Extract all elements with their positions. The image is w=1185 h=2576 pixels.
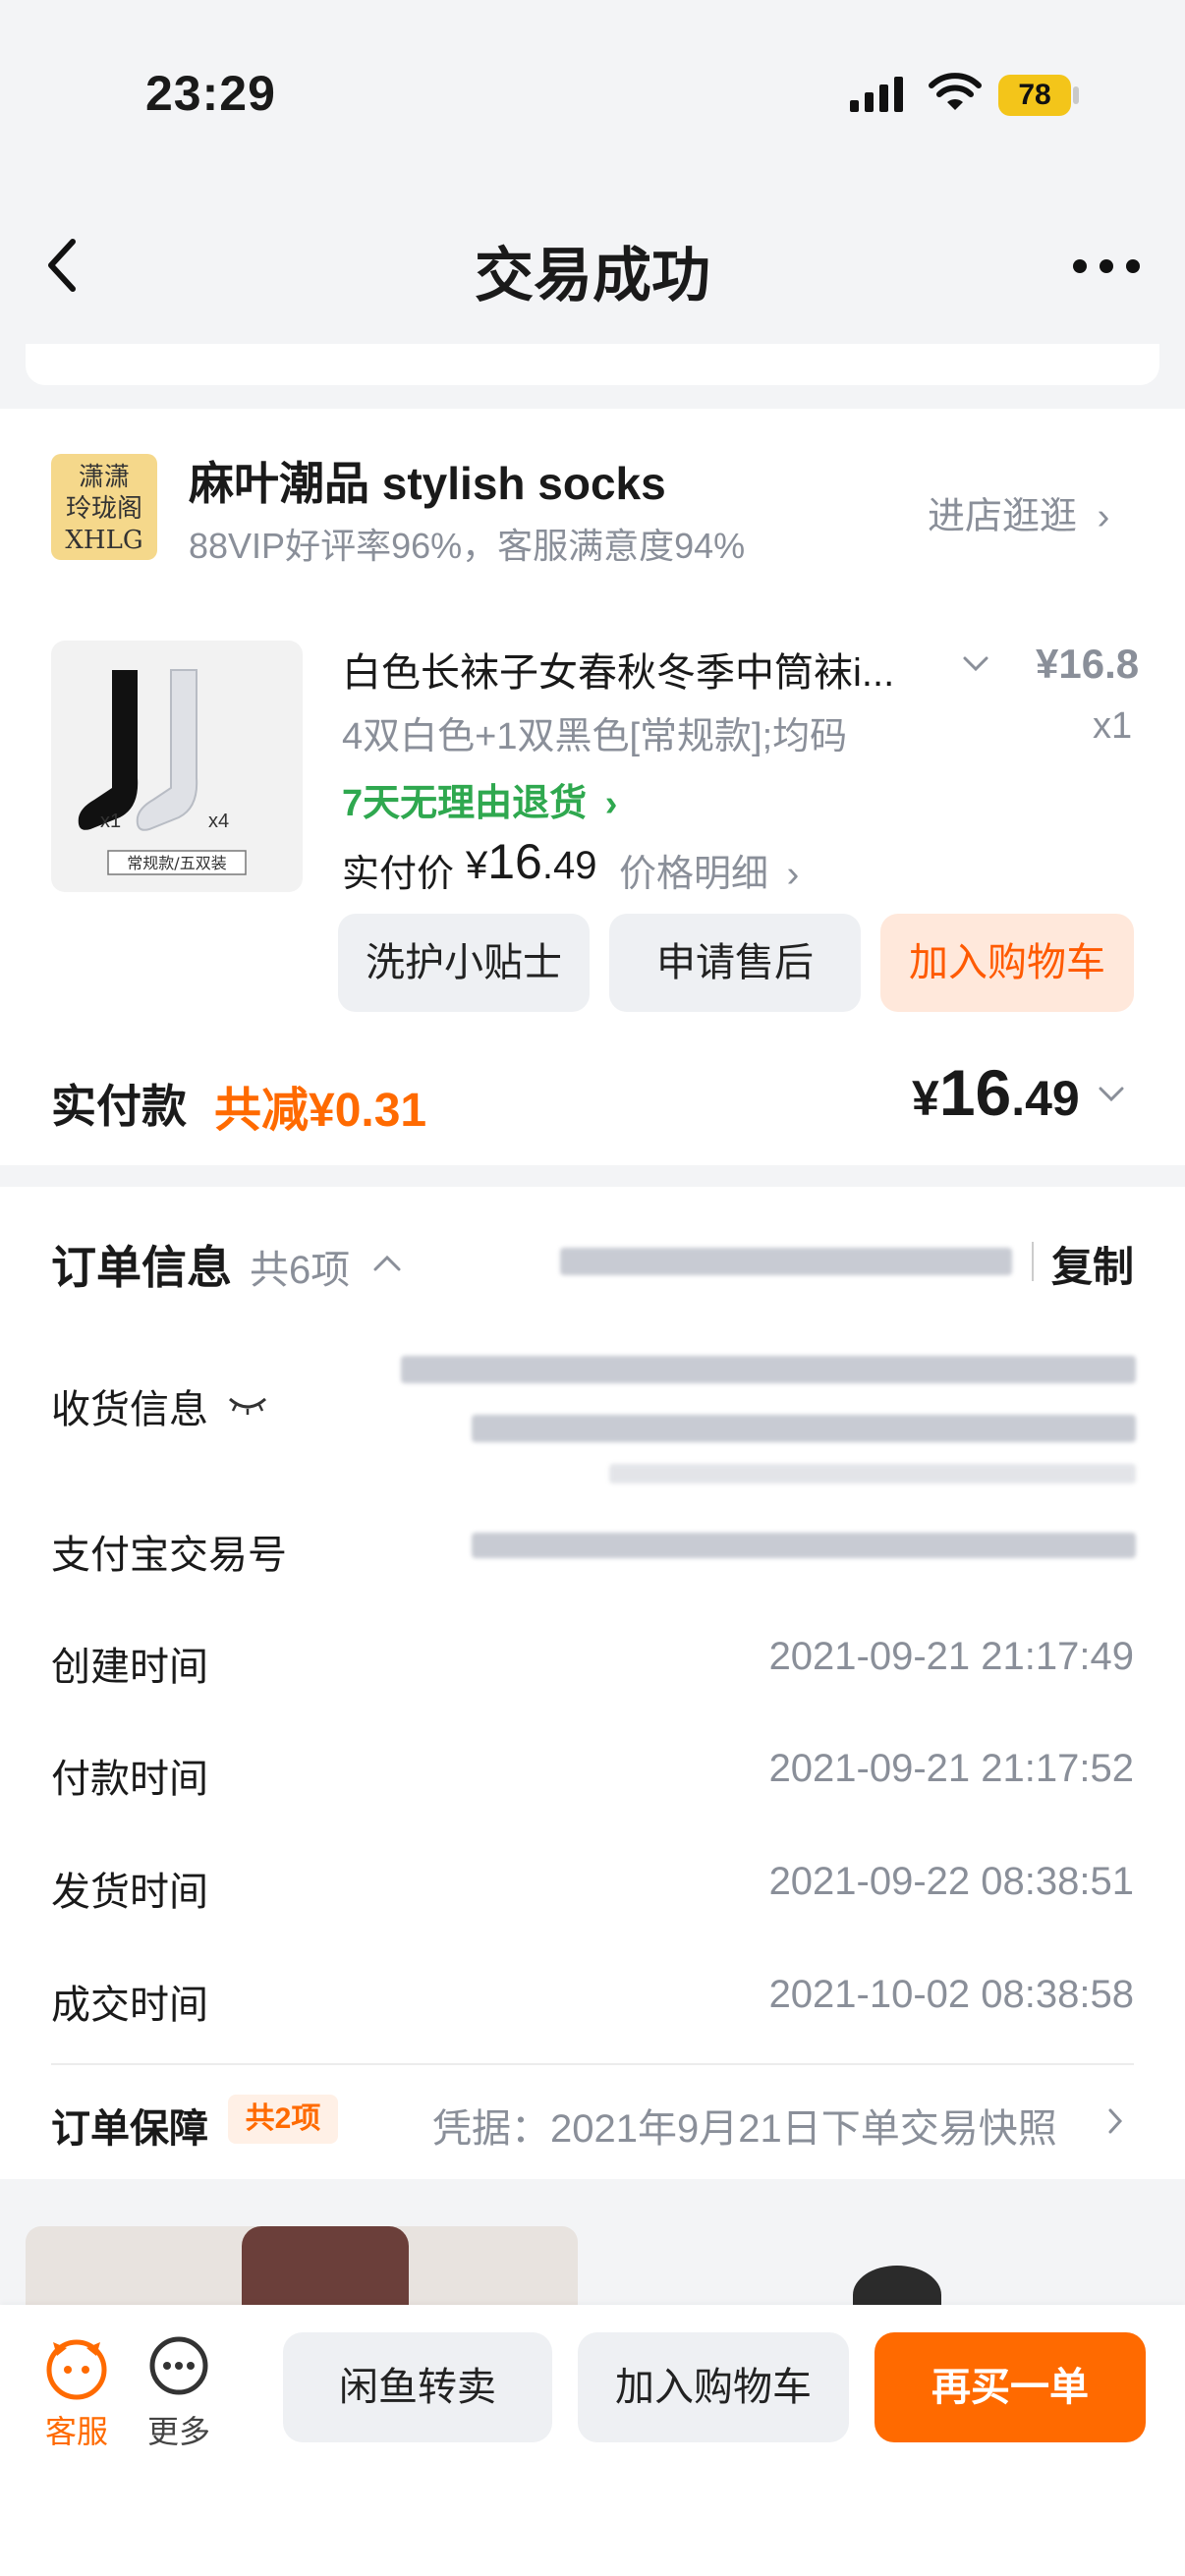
- more-icon[interactable]: [147, 2334, 210, 2397]
- product-title[interactable]: 白色长袜子女春秋冬季中筒袜i...: [342, 641, 931, 698]
- xianyu-resell-button[interactable]: 闲鱼转卖: [283, 2332, 552, 2442]
- store-name[interactable]: 麻叶潮品 stylish socks: [189, 448, 666, 513]
- paid-price-label: 实付价: [342, 854, 455, 895]
- shipping-info-label: 收货信息: [51, 1388, 208, 1431]
- shipped-time-label: 发货时间: [51, 1871, 208, 1914]
- image-caption: 常规款/五双装: [127, 854, 226, 872]
- previous-card-edge: [26, 344, 1159, 385]
- alipay-trade-no-redacted: [472, 1533, 1136, 1558]
- chevron-right-icon: ›: [604, 783, 618, 824]
- total-paid-label: 实付款: [51, 1081, 187, 1132]
- add-to-cart-bottom-button[interactable]: 加入购物车: [578, 2332, 849, 2442]
- add-to-cart-button[interactable]: 加入购物车: [880, 914, 1134, 1012]
- guarantee-count-badge: 共2项: [228, 2095, 338, 2144]
- wifi-icon: [929, 73, 982, 110]
- price-detail-label: 价格明细: [619, 854, 769, 895]
- paid-int: 16: [487, 834, 542, 889]
- created-time-value: 2021-09-21 21:17:49: [768, 1635, 1134, 1678]
- shipped-time-value: 2021-09-22 08:38:51: [768, 1860, 1134, 1903]
- page-title: 交易成功: [475, 243, 710, 308]
- more-options-icon[interactable]: [1071, 257, 1142, 275]
- chevron-right-icon: ›: [1097, 496, 1110, 537]
- price-detail-link[interactable]: 价格明细 ›: [619, 843, 799, 897]
- customer-service-icon[interactable]: [43, 2334, 110, 2401]
- after-sale-button[interactable]: 申请售后: [609, 914, 861, 1012]
- completed-time-value: 2021-10-02 08:38:58: [768, 1973, 1134, 2016]
- care-tips-button[interactable]: 洗护小贴士: [338, 914, 590, 1012]
- total-discount: 共减¥0.31: [214, 1085, 427, 1137]
- paid-time-label: 付款时间: [51, 1758, 208, 1801]
- battery-tip: [1073, 86, 1079, 104]
- product-sku: 4双白色+1双黑色[常规款];均码: [342, 716, 848, 757]
- chevron-right-icon[interactable]: [1106, 2106, 1124, 2136]
- paid-price-value: ¥16.49: [466, 833, 596, 890]
- shipping-info-redacted: [472, 1415, 1136, 1442]
- return-policy-label: 7天无理由退货: [342, 783, 588, 824]
- chevron-down-icon[interactable]: [1097, 1085, 1126, 1104]
- order-guarantee-label: 订单保障: [51, 2107, 208, 2151]
- cellular-signal-icon: [850, 77, 903, 112]
- customer-service-label[interactable]: 客服: [43, 2407, 110, 2452]
- visit-store-label: 进店逛逛: [928, 496, 1078, 537]
- paid-dec: .49: [541, 844, 597, 887]
- store-logo-text: 潇潇 玲珑阁 XHLG: [65, 463, 143, 555]
- shipping-info-redacted: [401, 1356, 1136, 1383]
- chevron-up-icon[interactable]: [371, 1252, 403, 1273]
- total-currency: ¥: [912, 1071, 939, 1126]
- battery-indicator: 78: [998, 75, 1071, 116]
- total-amount[interactable]: ¥16.49: [912, 1055, 1080, 1130]
- visit-store-link[interactable]: 进店逛逛 ›: [928, 485, 1109, 539]
- section-divider: [51, 2063, 1134, 2065]
- paid-time-value: 2021-09-21 21:17:52: [768, 1747, 1134, 1790]
- store-ratings: 88VIP好评率96%，客服满意度94%: [189, 526, 746, 566]
- shipping-info-redacted: [609, 1464, 1136, 1484]
- order-info-title: 订单信息: [51, 1242, 232, 1293]
- more-label[interactable]: 更多: [143, 2407, 214, 2452]
- buy-again-button[interactable]: 再买一单: [875, 2332, 1146, 2442]
- completed-time-label: 成交时间: [51, 1984, 208, 2027]
- black-count-label: x1: [100, 811, 121, 832]
- return-policy-link[interactable]: 7天无理由退货 ›: [342, 772, 617, 826]
- socks-illustration: x1 x4 常规款/五双装: [78, 669, 247, 875]
- product-quantity: x1: [1093, 705, 1133, 747]
- chevron-right-icon: ›: [786, 854, 800, 895]
- transaction-snapshot-link[interactable]: 凭据：2021年9月21日下单交易快照: [432, 2097, 1057, 2154]
- order-number-redacted: [560, 1248, 1012, 1275]
- product-price: ¥16.8: [1036, 641, 1140, 687]
- alipay-trade-no-label: 支付宝交易号: [51, 1534, 287, 1577]
- created-time-label: 创建时间: [51, 1646, 208, 1689]
- copy-button[interactable]: 复制: [1051, 1234, 1134, 1294]
- status-time: 23:29: [145, 66, 276, 121]
- eye-closed-icon[interactable]: [228, 1393, 267, 1417]
- product-image[interactable]: x1 x4 常规款/五双装: [51, 641, 303, 892]
- copy-divider: [1032, 1242, 1034, 1281]
- white-count-label: x4: [208, 811, 229, 832]
- total-dec: .49: [1011, 1071, 1080, 1126]
- paid-currency: ¥: [466, 844, 488, 887]
- total-int: 16: [938, 1056, 1012, 1129]
- order-info-count[interactable]: 共6项: [250, 1238, 350, 1295]
- chevron-down-icon[interactable]: [961, 654, 990, 674]
